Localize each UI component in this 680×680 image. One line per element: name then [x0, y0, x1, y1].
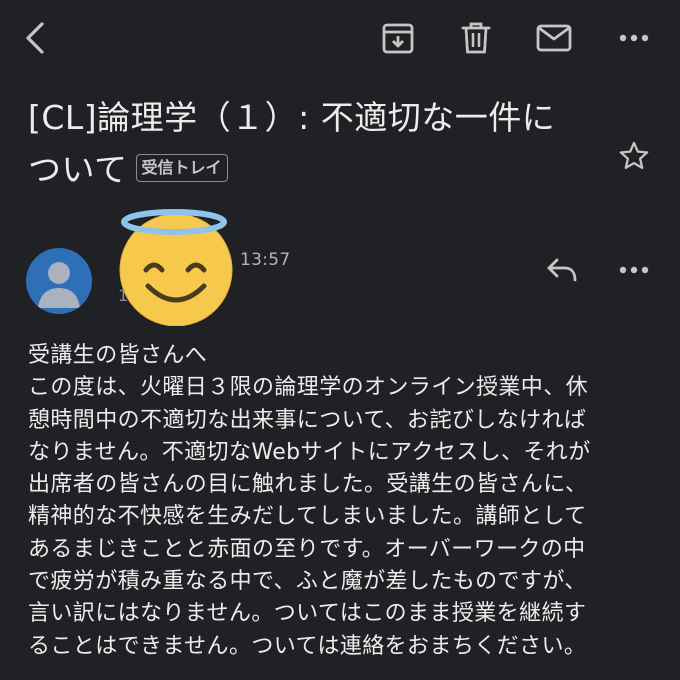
- body-line: 出席者の皆さんの目に触れました。受講生の皆さんに、: [28, 472, 588, 498]
- email-time: 13:57: [240, 250, 291, 270]
- body-line: で疲労が積み重なる中で、ふと魔が差したものですが、: [28, 569, 587, 595]
- subject-line-1: [CL]論理学（１）: 不適切な一件に: [28, 98, 556, 137]
- back-button[interactable]: [16, 18, 56, 58]
- star-outline-icon: [619, 141, 649, 170]
- body-line: 精神的な不快感を生みだしてしまいました。講師として: [28, 504, 587, 530]
- trash-icon: [461, 22, 491, 54]
- archive-button[interactable]: [378, 18, 418, 58]
- body-line: なりません。不適切なWebサイトにアクセスし、それが: [28, 439, 591, 465]
- star-button[interactable]: [614, 136, 654, 176]
- subject-line-2-wrap: ついて 受信トレイ: [28, 144, 608, 196]
- more-options-button[interactable]: [614, 18, 654, 58]
- sender-name-fragment: 1: [118, 286, 129, 305]
- body-line: 受講生の皆さんへ: [28, 343, 208, 368]
- archive-icon: [382, 23, 414, 54]
- person-avatar-icon: [38, 262, 80, 308]
- message-more-button[interactable]: [614, 250, 654, 290]
- body-line: あるまじきことと赤面の至りです。オーバーワークの中: [28, 536, 586, 562]
- more-horiz-icon: [619, 34, 649, 42]
- inbox-label-chip[interactable]: 受信トレイ: [135, 153, 228, 182]
- body-line: 言い訳にはなりません。ついてはこのまま授業を継続す: [28, 601, 587, 627]
- reply-button[interactable]: [542, 250, 582, 290]
- mark-unread-button[interactable]: [534, 18, 574, 58]
- body-line: 憩時間中の不適切な出来事について、お詫びしなければ: [28, 407, 587, 433]
- more-horiz-icon: [619, 266, 649, 274]
- body-line: ることはできません。ついては連絡をおまちください。: [28, 633, 587, 659]
- mail-icon: [536, 24, 572, 52]
- reply-icon: [547, 258, 577, 282]
- delete-button[interactable]: [456, 18, 496, 58]
- body-line: この度は、火曜日３限の論理学のオンライン授業中、休: [28, 375, 589, 401]
- back-arrow-icon: [26, 22, 44, 54]
- subject-line-2: ついて: [28, 150, 128, 189]
- smiling-face-with-halo-emoji: [110, 206, 240, 327]
- sender-row: 13:57 1: [0, 200, 680, 327]
- top-toolbar: [0, 0, 680, 80]
- sender-avatar[interactable]: [26, 248, 92, 314]
- email-body: 受講生の皆さんへ この度は、火曜日３限の論理学のオンライン授業中、休 憩時間中の…: [28, 340, 658, 663]
- email-subject: [CL]論理学（１）: 不適切な一件に ついて 受信トレイ: [28, 92, 608, 196]
